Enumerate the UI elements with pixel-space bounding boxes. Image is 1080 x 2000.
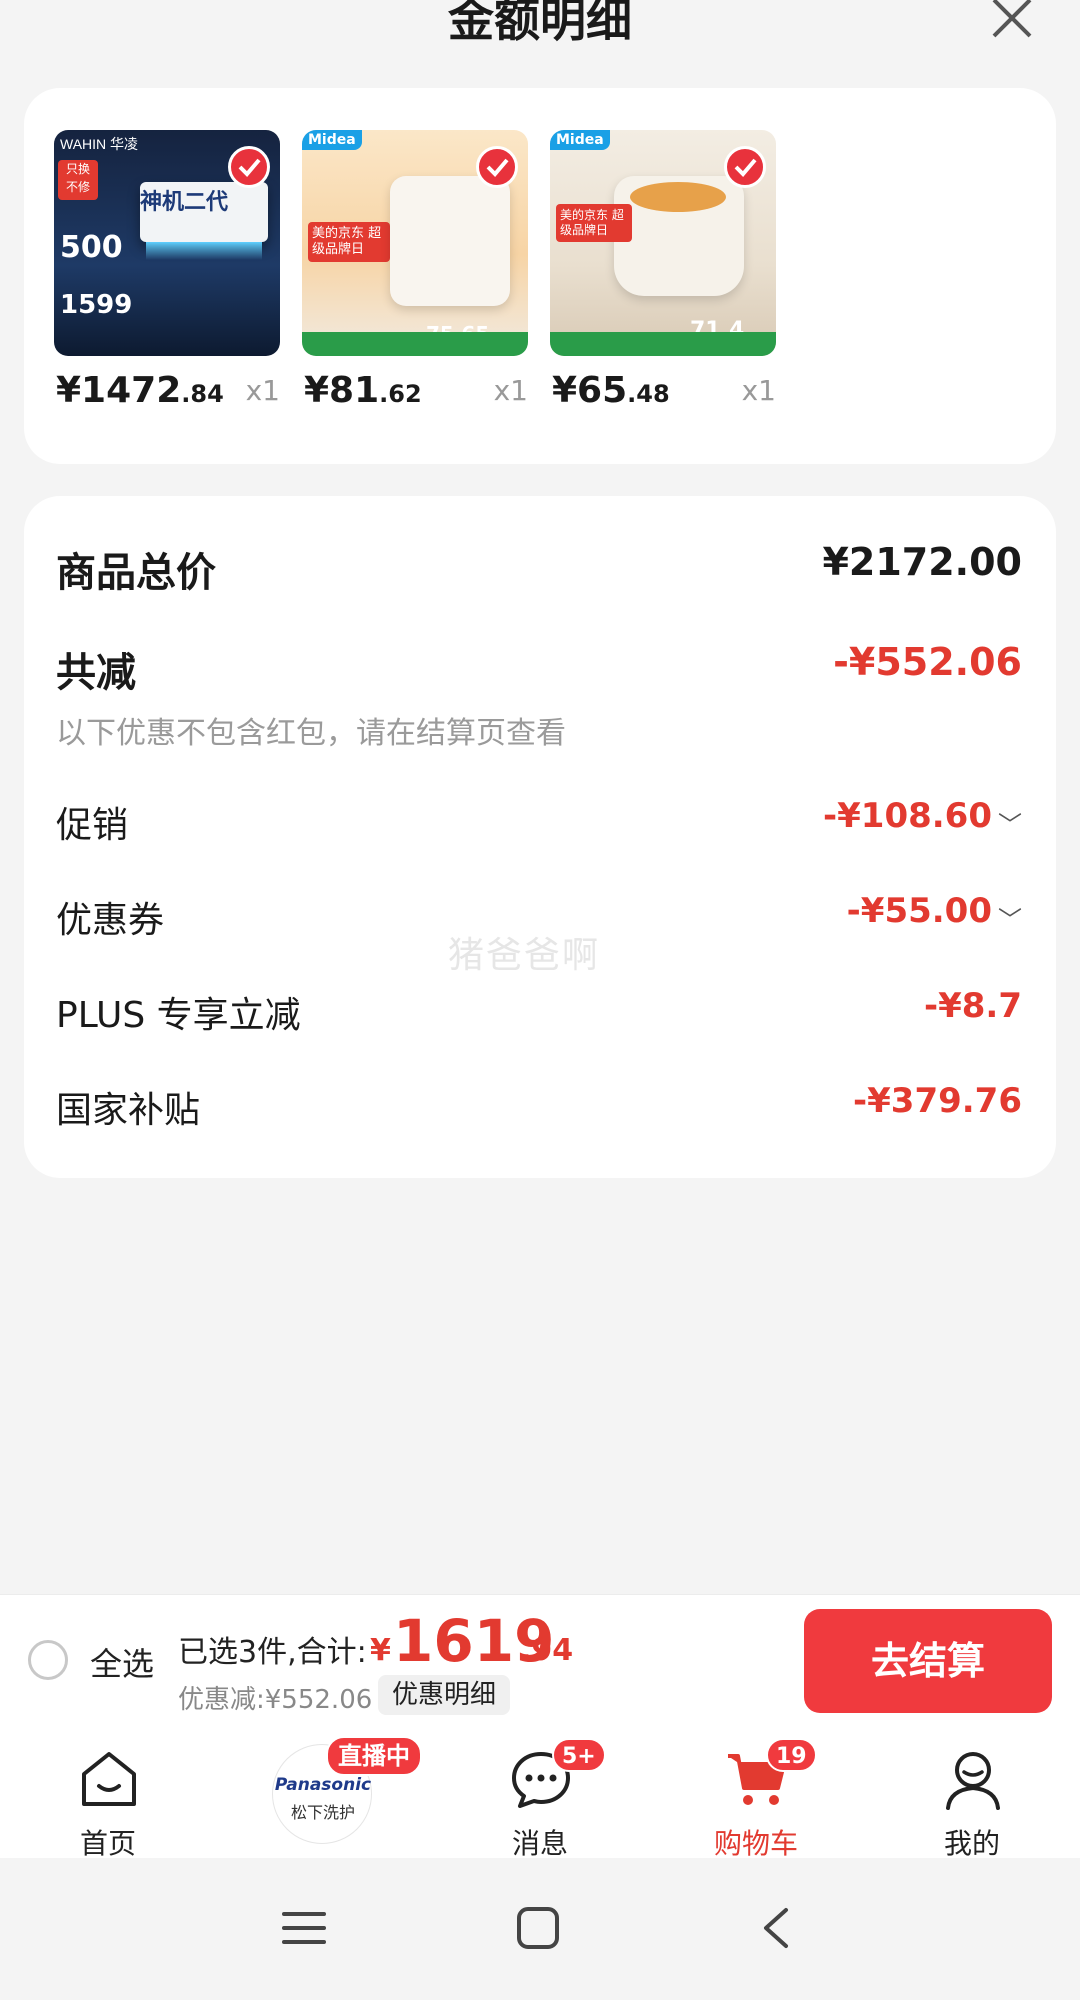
checkout-button[interactable]: 去结算: [804, 1609, 1052, 1713]
product-price: ¥65.48: [552, 370, 670, 411]
promo-strip: [302, 332, 528, 356]
selected-check-icon[interactable]: [476, 146, 518, 188]
cart-badge: 19: [766, 1738, 817, 1772]
brand-label: WAHIN 华凌: [60, 136, 139, 152]
promotion-row[interactable]: 促销 -¥108.60 ﹀: [56, 796, 1022, 846]
product-thumbnail[interactable]: Midea 美的京东 超级品牌日 75.65: [302, 130, 528, 356]
chevron-down-icon[interactable]: ﹀: [998, 900, 1022, 935]
promo-badge: 只换 不修: [58, 160, 98, 200]
discount-summary: 优惠减:¥552.06: [178, 1685, 373, 1715]
back-icon[interactable]: [756, 1906, 796, 1950]
discount-detail-button[interactable]: 优惠明细: [378, 1675, 511, 1715]
tab-home-label: 首页: [79, 1827, 136, 1860]
selected-check-icon[interactable]: [724, 146, 766, 188]
noodle-bowl: [630, 182, 726, 212]
brand-logo: Panasonic: [274, 1775, 372, 1795]
select-all-radio[interactable]: [28, 1640, 68, 1680]
plus-discount-row: PLUS 专享立减 -¥8.7: [56, 986, 1022, 1036]
tab-me-label: 我的: [943, 1827, 1000, 1860]
system-nav-bar: [0, 1858, 1080, 2000]
promo-headline: 神机二代: [140, 190, 229, 215]
total-amount-dec: .94: [520, 1633, 574, 1668]
brand-name: 松下洗护: [290, 1803, 355, 1822]
watermark: 猪爸爸啊: [448, 935, 601, 976]
promo-strip: [550, 332, 776, 356]
plus-discount-label: PLUS 专享立减: [56, 995, 301, 1036]
total-discount-label: 共减: [56, 650, 136, 696]
coupon-value: -¥55.00: [846, 891, 992, 931]
product-thumbnail[interactable]: WAHIN 华凌 神机二代 只换 不修 500 1599: [54, 130, 280, 356]
brand-label: Midea: [302, 130, 362, 150]
bottom-tab-bar: 首页 Panasonic 松下洗护 直播中 5+ 消息 19 购物车 我的: [0, 1728, 1080, 1860]
product-quantity: x1: [493, 374, 528, 407]
total-price-label: 商品总价: [56, 550, 216, 596]
product-thumbnail[interactable]: Midea 美的京东 超级品牌日 71.4: [550, 130, 776, 356]
tab-messages-label: 消息: [511, 1827, 568, 1860]
page-title: 金额明细: [448, 0, 632, 47]
close-button[interactable]: [984, 0, 1040, 40]
national-subsidy-row: 国家补贴 -¥379.76: [56, 1081, 1022, 1131]
close-icon: [992, 0, 1032, 38]
chevron-down-icon[interactable]: ﹀: [998, 805, 1022, 840]
home-icon: [82, 1752, 136, 1806]
total-currency: ¥: [370, 1633, 391, 1668]
product-price: ¥81.62: [304, 370, 422, 411]
promo-headline: 美的京东 超级品牌日: [556, 204, 632, 242]
selected-count-text: 已选3件,合计:: [178, 1635, 367, 1670]
product-item[interactable]: Midea 美的京东 超级品牌日 71.4 ¥65.48 x1: [550, 130, 776, 430]
menu-icon[interactable]: [282, 1908, 326, 1948]
select-all-label[interactable]: 全选: [90, 1639, 154, 1685]
promo-price: 1599: [60, 290, 133, 320]
promotion-value: -¥108.60: [823, 796, 992, 836]
promo-headline: 美的京东 超级品牌日: [308, 222, 390, 262]
national-subsidy-value: -¥379.76: [853, 1081, 1022, 1121]
national-subsidy-label: 国家补贴: [56, 1090, 201, 1131]
plus-discount-value: -¥8.7: [924, 986, 1022, 1026]
product-price: ¥1472.84: [56, 370, 224, 411]
live-badge: 直播中: [326, 1736, 422, 1776]
total-price-value: ¥2172.00: [822, 540, 1022, 584]
brand-label: Midea: [550, 130, 610, 150]
ac-light: [146, 242, 262, 260]
product-quantity: x1: [245, 374, 280, 407]
price-summary-card: 商品总价 ¥2172.00 共减 -¥552.06 以下优惠不包含红包，请在结算…: [24, 496, 1056, 1178]
promo-number: 500: [60, 230, 123, 265]
product-quantity: x1: [741, 374, 776, 407]
product-item[interactable]: WAHIN 华凌 神机二代 只换 不修 500 1599 ¥1472.84 x1: [54, 130, 280, 430]
tab-cart-label: 购物车: [713, 1827, 798, 1860]
home-square-icon[interactable]: [516, 1906, 560, 1950]
promotion-label: 促销: [56, 805, 129, 846]
product-item[interactable]: Midea 美的京东 超级品牌日 75.65 ¥81.62 x1: [302, 130, 528, 430]
total-discount-row: 共减 -¥552.06: [56, 640, 1022, 700]
selected-check-icon[interactable]: [228, 146, 270, 188]
discount-note-row: 以下优惠不包含红包，请在结算页查看: [56, 708, 1022, 752]
coupon-label: 优惠券: [56, 900, 165, 941]
products-card: WAHIN 华凌 神机二代 只换 不修 500 1599 ¥1472.84 x1 …: [24, 88, 1056, 464]
checkout-bar: 全选 已选3件,合计: ¥ 1619 .94 优惠减:¥552.06 优惠明细 …: [0, 1594, 1080, 1729]
total-price-row: 商品总价 ¥2172.00: [56, 540, 1022, 600]
egg-cooker-graphic: [390, 176, 510, 306]
discount-note: 以下优惠不包含红包，请在结算页查看: [56, 716, 566, 751]
total-discount-value: -¥552.06: [833, 640, 1022, 684]
user-icon: [946, 1752, 1000, 1810]
messages-badge: 5+: [552, 1738, 606, 1772]
